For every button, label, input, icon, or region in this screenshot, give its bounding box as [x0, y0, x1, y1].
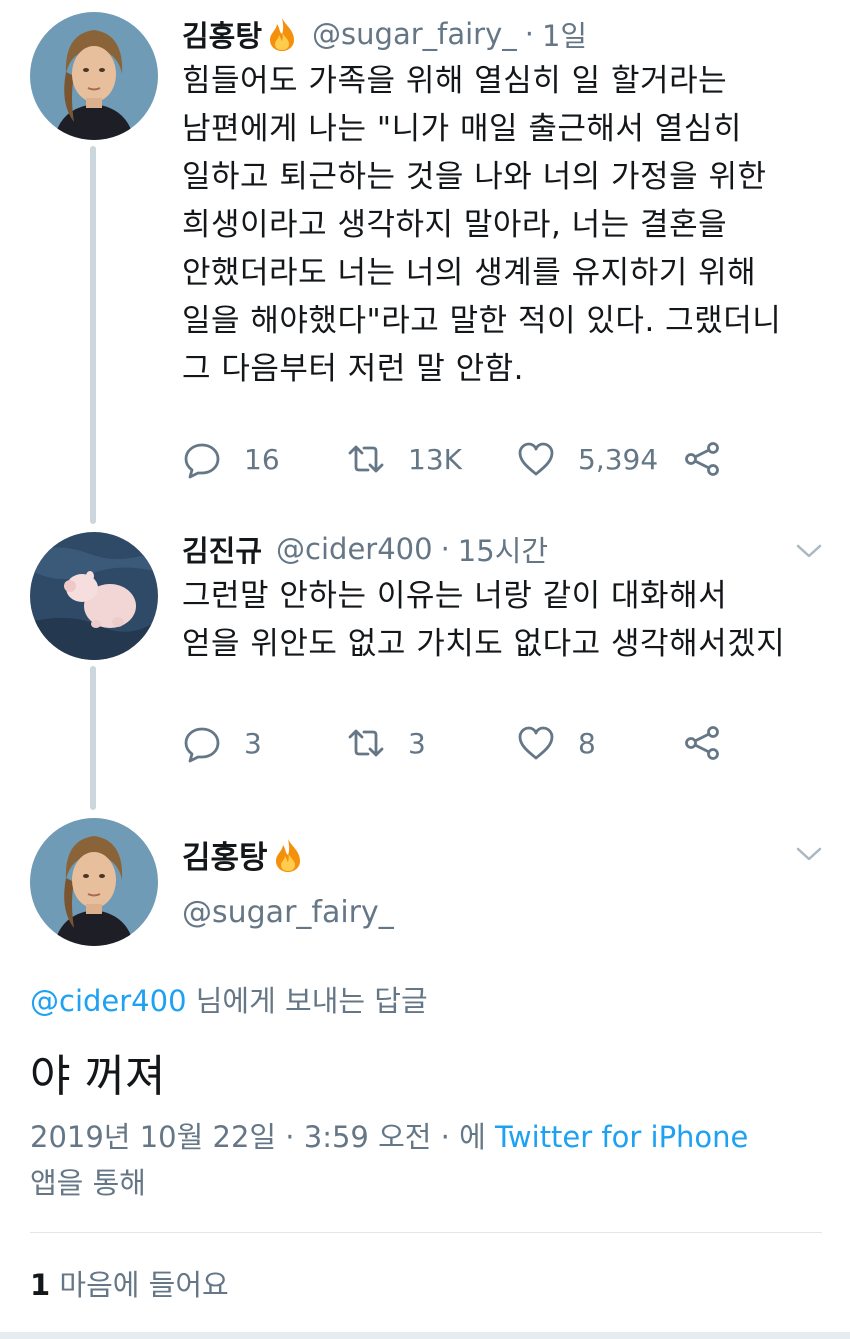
share-button[interactable]: [682, 439, 722, 479]
heart-icon: [518, 442, 554, 476]
tweet-header: 김진규 @cider400 · 15시간: [182, 527, 548, 571]
username[interactable]: @cider400: [276, 532, 433, 566]
reply-context: @cider400 님에게 보내는 답글: [30, 978, 428, 1020]
timestamp[interactable]: 1일: [542, 13, 587, 55]
tweet-text: 힘들어도 가족을 위해 열심히 일 할거라는 남편에게 나는 "니가 매일 출근…: [182, 63, 782, 387]
display-name[interactable]: 김홍탕: [182, 13, 262, 55]
thread-line: [90, 666, 96, 810]
reply-icon: [184, 727, 220, 763]
tweet-text: 야 꺼져: [30, 1051, 166, 1102]
retweet-button[interactable]: 3: [346, 723, 516, 763]
like-count: 5,394: [578, 442, 659, 476]
tweet-actions: 16 13K 5,394: [182, 436, 722, 482]
fire-emoji-icon: [270, 837, 306, 873]
likes-label: 마음에 들어요: [50, 1268, 229, 1302]
source-link[interactable]: Twitter for iPhone: [495, 1120, 748, 1154]
retweet-button[interactable]: 13K: [346, 439, 516, 479]
likes-summary[interactable]: 1 마음에 들어요: [30, 1262, 229, 1304]
share-icon: [685, 726, 719, 760]
thread-line: [90, 146, 96, 524]
username[interactable]: @sugar_fairy_: [182, 895, 394, 930]
source-suffix: 앱을 통해: [30, 1166, 146, 1200]
reply-count: 3: [244, 726, 262, 760]
username[interactable]: @sugar_fairy_: [312, 17, 517, 51]
tweet-header: 김홍탕 @sugar_fairy_ · 1일: [182, 12, 587, 56]
separator: ·: [524, 17, 534, 51]
display-name-text: 김홍탕: [182, 840, 268, 876]
chevron-down-icon[interactable]: [796, 846, 822, 862]
heart-icon: [518, 726, 554, 760]
tweet-timestamp[interactable]: 2019년 10월 22일 · 3:59 오전 · 에: [30, 1120, 495, 1154]
chevron-down-icon[interactable]: [796, 543, 822, 559]
reply-icon: [184, 443, 220, 479]
avatar[interactable]: [30, 818, 158, 946]
tweet-text: 그런말 안하는 이유는 너랑 같이 대화해서 얻을 위안도 없고 가치도 없다고…: [182, 578, 786, 662]
mention-link[interactable]: @cider400: [30, 984, 187, 1018]
like-count: 8: [578, 726, 596, 760]
avatar[interactable]: [30, 532, 158, 660]
likes-count: 1: [30, 1268, 51, 1302]
retweet-count: 3: [408, 726, 426, 760]
display-name[interactable]: 김홍탕: [182, 832, 306, 877]
like-button[interactable]: 5,394: [516, 439, 682, 479]
divider: [0, 1332, 850, 1339]
retweet-icon: [348, 729, 384, 757]
reply-count: 16: [244, 442, 280, 476]
reply-button[interactable]: 3: [182, 723, 346, 763]
reply-button[interactable]: 16: [182, 439, 346, 479]
retweet-count: 13K: [408, 442, 462, 476]
display-name[interactable]: 김진규: [182, 528, 262, 570]
tweet-metadata: 2019년 10월 22일 · 3:59 오전 · 에 Twitter for …: [30, 1114, 830, 1206]
retweet-icon: [348, 445, 384, 473]
avatar[interactable]: [30, 12, 158, 140]
share-icon: [685, 442, 719, 476]
like-button[interactable]: 8: [516, 723, 682, 763]
fire-emoji-icon: [264, 16, 300, 52]
reply-context-text: 님에게 보내는 답글: [186, 984, 428, 1018]
tweet-actions: 3 3 8: [182, 720, 722, 766]
separator: ·: [440, 532, 450, 566]
share-button[interactable]: [682, 723, 722, 763]
timestamp[interactable]: 15시간: [458, 528, 548, 570]
divider: [30, 1232, 822, 1233]
